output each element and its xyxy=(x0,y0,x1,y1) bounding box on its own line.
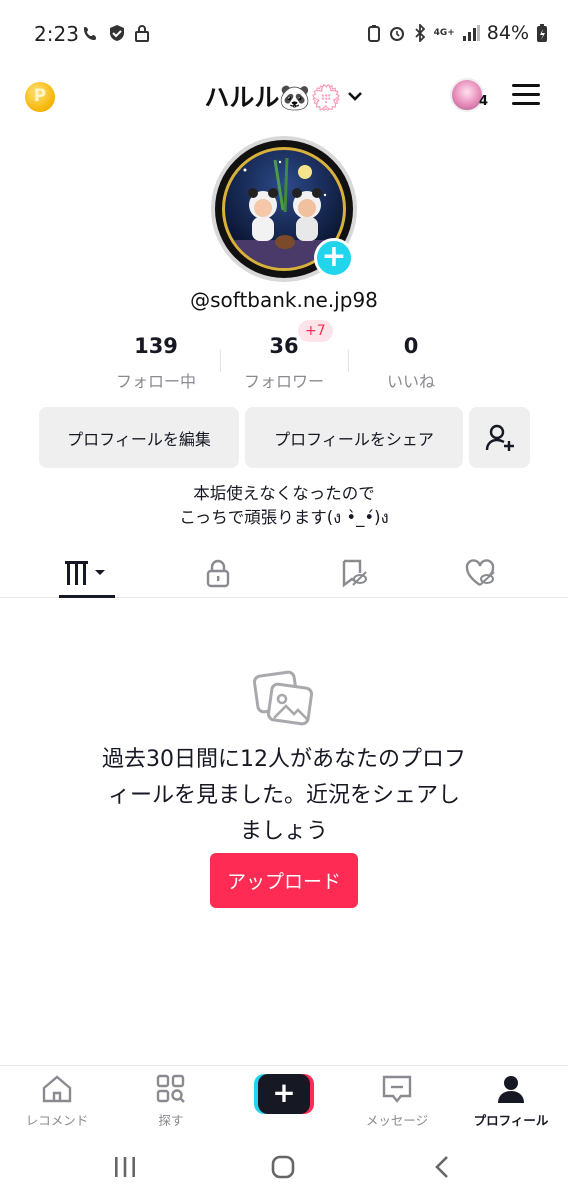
username: ハルル🐼💮 xyxy=(204,83,342,112)
status-time: 2:23 xyxy=(34,22,79,46)
back-icon[interactable] xyxy=(430,1155,456,1179)
status-bar: 2:23 4G+ 84% xyxy=(0,0,568,70)
active-tab-indicator xyxy=(59,595,115,598)
profile-handle: @softbank.ne.jp98 xyxy=(190,288,378,312)
nav-profile[interactable]: プロフィール xyxy=(454,1074,568,1129)
profile-bio: 本垢使えなくなったので こっちで頑張ります(ง •̀_•́)ง xyxy=(0,482,568,530)
nav-label: レコメンド xyxy=(25,1113,89,1128)
favorites-icon xyxy=(342,559,367,588)
nav-label: メッセージ xyxy=(365,1113,429,1128)
new-followers-badge: +7 xyxy=(298,320,333,342)
home-icon xyxy=(42,1075,72,1103)
nav-explore[interactable]: 探す xyxy=(114,1074,228,1129)
signal-icon xyxy=(462,25,480,41)
share-profile-button[interactable]: プロフィールをシェア xyxy=(245,407,463,468)
add-avatar-button[interactable]: + xyxy=(314,238,354,278)
bluetooth-icon xyxy=(414,24,425,42)
upload-button[interactable]: アップロード xyxy=(210,853,358,908)
recent-apps-icon[interactable] xyxy=(112,1155,138,1179)
system-navigation xyxy=(0,1135,568,1200)
explore-icon xyxy=(156,1074,185,1103)
create-button[interactable]: + xyxy=(254,1074,314,1114)
stat-value: 0 xyxy=(403,334,419,358)
nav-label: 探す xyxy=(158,1113,184,1128)
menu-icon[interactable] xyxy=(512,84,540,106)
edit-profile-button[interactable]: プロフィールを編集 xyxy=(39,407,239,468)
stat-following[interactable]: 139 フォロー中 xyxy=(91,334,221,392)
stat-likes[interactable]: 0 いいね xyxy=(346,334,476,392)
nav-home[interactable]: レコメンド xyxy=(0,1074,114,1129)
chevron-down-icon xyxy=(347,92,362,101)
photos-icon xyxy=(252,666,316,730)
tab-private[interactable] xyxy=(147,548,289,598)
shield-icon xyxy=(110,25,124,41)
profile-icon xyxy=(498,1076,524,1103)
empty-state-message: 過去30日間に12人があなたのプロフィールを見ました。近況をシェアしましょう xyxy=(102,747,466,844)
battery-charging-icon xyxy=(537,24,547,42)
battery-saver-icon xyxy=(367,25,380,42)
tab-videos[interactable] xyxy=(16,548,158,598)
home-button-icon[interactable] xyxy=(270,1155,296,1179)
wifi-calling-icon xyxy=(84,27,96,40)
inbox-icon xyxy=(382,1075,412,1103)
network-label: 4G+ xyxy=(433,28,455,38)
stat-label: フォロワー xyxy=(243,372,324,391)
content-tabs xyxy=(0,548,568,598)
lock-status-icon xyxy=(135,25,149,42)
bottom-nav: レコメンド 探す + メッセージ プロフィール xyxy=(0,1065,568,1135)
create-icon: + xyxy=(258,1074,310,1114)
tab-favorites[interactable] xyxy=(282,548,424,598)
stat-value: 139 xyxy=(134,334,178,358)
nav-inbox[interactable]: メッセージ xyxy=(340,1074,454,1129)
following-avatar-count: 4 xyxy=(479,94,489,109)
stat-followers[interactable]: 36 フォロワー xyxy=(219,334,349,392)
add-user-icon xyxy=(485,424,514,451)
bio-line: こっちで頑張ります(ง •̀_•́)ง xyxy=(179,508,389,527)
battery-percent: 84% xyxy=(486,22,529,44)
add-friend-button[interactable] xyxy=(469,407,530,468)
stat-label: フォロー中 xyxy=(115,372,196,391)
videos-grid-icon xyxy=(65,561,105,585)
lock-icon xyxy=(206,559,230,588)
tab-liked[interactable] xyxy=(409,548,551,598)
profile-stats: 139 フォロー中 36 フォロワー 0 いいね xyxy=(0,334,568,394)
profile-header: P ハルル🐼💮 4 xyxy=(0,70,568,122)
alarm-icon xyxy=(389,27,404,41)
nav-label: プロフィール xyxy=(473,1113,549,1128)
liked-icon xyxy=(465,559,495,587)
bio-line: 本垢使えなくなったので xyxy=(193,484,375,503)
stat-label: いいね xyxy=(386,372,435,391)
